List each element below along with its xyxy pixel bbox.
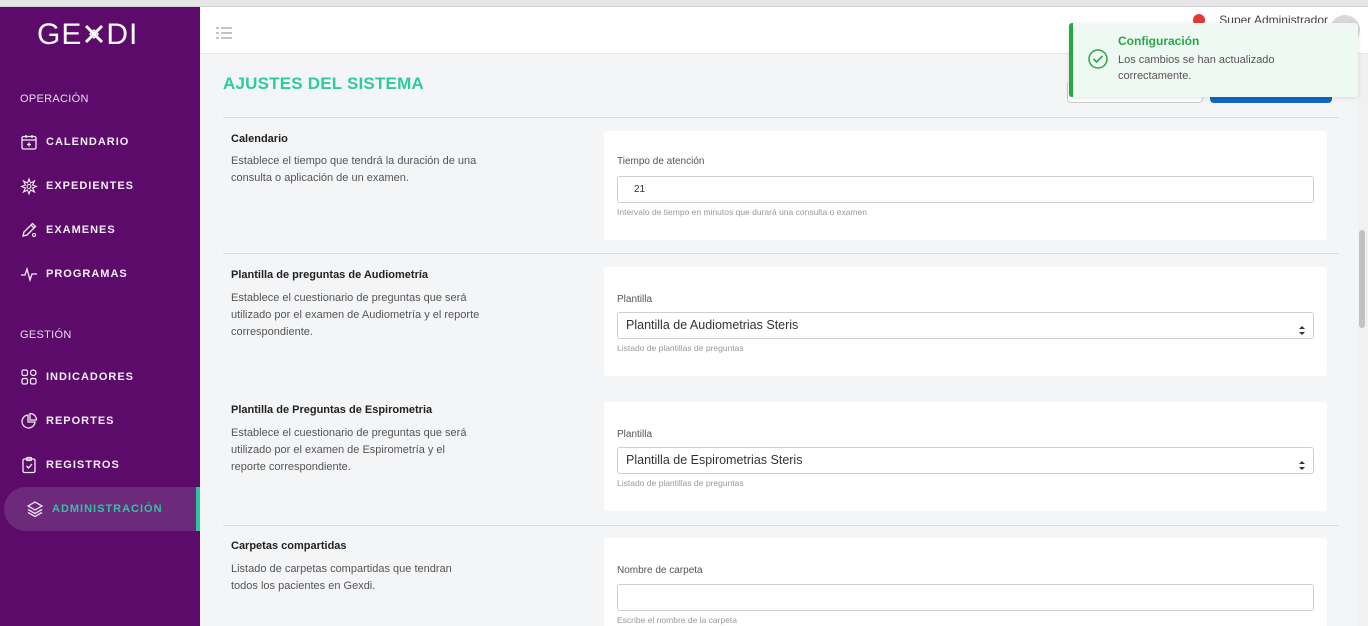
field-help: Listado de plantillas de preguntas [617, 478, 744, 488]
toast-title: Configuración [1118, 34, 1200, 48]
section-description: Listado de carpetas compartidas que tend… [231, 563, 452, 592]
logo-text-left: GE [37, 18, 83, 51]
field-label: Tiempo de atención [617, 156, 705, 167]
settings-card-espirometria: Plantilla Plantilla de Espirometrias Ste… [604, 402, 1327, 511]
sidebar-item-label: REGISTROS [46, 459, 120, 471]
scrollbar-track[interactable] [1358, 54, 1368, 626]
section-label-operacion: OPERACIÓN [20, 93, 89, 105]
calendar-icon [20, 133, 38, 151]
sidebar-item-expedientes[interactable]: EXPEDIENTES [0, 166, 200, 206]
sidebar-item-indicadores[interactable]: INDICADORES [0, 357, 200, 397]
divider [223, 117, 1339, 118]
section-title-audiometria: Plantilla de preguntas de Audiometría [231, 269, 429, 281]
sidebar-item-registros[interactable]: REGISTROS [0, 445, 200, 485]
sidebar-item-label: REPORTES [46, 415, 115, 427]
section-title-calendario: Calendario [231, 133, 288, 145]
sidebar-item-label: ADMINISTRACIÓN [52, 503, 163, 515]
section-description: Establece el cuestionario de preguntas q… [231, 292, 480, 338]
spirometry-template-select[interactable]: Plantilla de Espirometrias Steris [617, 447, 1314, 474]
divider [223, 525, 1339, 526]
check-circle-icon [1087, 48, 1109, 70]
section-title-carpetas: Carpetas compartidas [231, 540, 347, 552]
toast-message: Los cambios se han actualizado correctam… [1118, 54, 1275, 82]
audiometry-template-select[interactable]: Plantilla de Audiometrias Steris [617, 312, 1314, 339]
browser-chrome [0, 0, 1368, 7]
pencil-icon [20, 221, 38, 239]
sidebar-item-label: CALENDARIO [46, 136, 130, 148]
sidebar-item-calendario[interactable]: CALENDARIO [0, 122, 200, 162]
folder-name-input[interactable] [617, 584, 1314, 611]
field-help: Listado de plantillas de preguntas [617, 343, 744, 353]
sidebar-item-reportes[interactable]: REPORTES [0, 401, 200, 441]
settings-card-calendario: Tiempo de atención 21 Intervalo de tiemp… [604, 131, 1327, 240]
sidebar-item-label: PROGRAMAS [46, 268, 128, 280]
logo-text-right: DI [106, 18, 139, 51]
sidebar-item-administracion[interactable]: ADMINISTRACIÓN [4, 487, 200, 531]
field-label: Nombre de carpeta [617, 565, 703, 576]
settings-card-audiometria: Plantilla Plantilla de Audiometrias Ster… [604, 267, 1327, 376]
sidebar-item-label: EXPEDIENTES [46, 180, 135, 192]
app-logo[interactable]: GE DI [37, 18, 138, 52]
field-help: Escribe el nombre de la carpeta [617, 615, 738, 625]
section-description: Establece el cuestionario de preguntas q… [231, 427, 467, 473]
logo-mark-icon [83, 19, 105, 44]
pulse-icon [20, 265, 38, 283]
scrollbar-thumb[interactable] [1359, 230, 1365, 328]
success-toast[interactable]: Configuración Los cambios se han actuali… [1069, 23, 1358, 97]
field-help: Intervalo de tiempo en minutos que durar… [617, 207, 867, 217]
field-label: Plantilla [617, 429, 653, 440]
pie-chart-icon [20, 412, 38, 430]
field-label: Plantilla [617, 294, 653, 305]
select-value: Plantilla de Espirometrias Steris [626, 453, 803, 467]
grid-icon [20, 368, 38, 386]
attention-time-input[interactable]: 21 [617, 176, 1314, 203]
sidebar: GE DI OPERACIÓN CALENDARIO EXPEDIENTES EX… [0, 7, 200, 626]
page-title: AJUSTES DEL SISTEMA [223, 74, 424, 93]
layers-icon [26, 500, 44, 518]
menu-toggle-icon[interactable] [216, 26, 232, 39]
section-label-gestion: GESTIÓN [20, 329, 72, 341]
settings-card-carpetas: Nombre de carpeta Escribe el nombre de l… [604, 538, 1327, 626]
sidebar-item-examenes[interactable]: EXAMENES [0, 210, 200, 250]
select-caret-icon [1299, 320, 1305, 335]
sidebar-item-label: INDICADORES [46, 371, 135, 383]
section-description: Establece el tiempo que tendrá la duraci… [231, 155, 477, 184]
divider [223, 253, 1339, 254]
select-caret-icon [1299, 455, 1305, 470]
clipboard-icon [20, 456, 38, 474]
medical-icon [20, 177, 38, 195]
sidebar-item-label: EXAMENES [46, 224, 116, 236]
sidebar-item-programas[interactable]: PROGRAMAS [0, 254, 200, 294]
select-value: Plantilla de Audiometrias Steris [626, 318, 799, 332]
section-title-espirometria: Plantilla de Preguntas de Espirometria [231, 404, 433, 416]
main-content: AJUSTES DEL SISTEMA Calendario Establece… [200, 54, 1358, 626]
